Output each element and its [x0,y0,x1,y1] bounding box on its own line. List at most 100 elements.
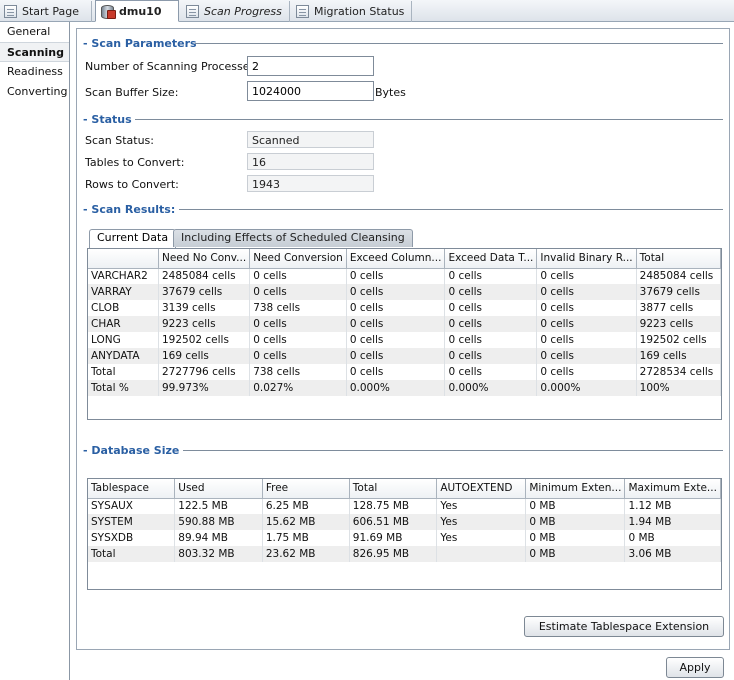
column-header[interactable] [88,249,159,269]
column-header[interactable]: Total [349,479,438,499]
nav-item-general[interactable]: General [0,22,69,42]
table-row[interactable]: Total 803.32 MB 23.62 MB 826.95 MB 0 MB 3.06 … [88,546,721,562]
column-header[interactable]: AUTOEXTEND [436,479,527,499]
tables-to-convert-label: Tables to Convert: [85,156,185,169]
table-cell: SYSXDB [88,530,176,546]
tab-scheduled-cleansing[interactable]: Including Effects of Scheduled Cleansing [173,229,413,247]
scan-results-grid: Need No Conv... Need Conversion Exceed Col… [88,249,721,396]
table-cell: 9223 cells [158,316,251,332]
rows-to-convert-value: 1943 [247,175,374,192]
table-cell: 0 cells [346,348,446,364]
page-icon [4,5,17,18]
table-row[interactable]: CLOB 3139 cells 738 cells 0 cells 0 cells 0 c… [88,300,721,316]
estimate-tablespace-extension-button[interactable]: Estimate Tablespace Extension [524,616,724,637]
table-cell: 738 cells [249,300,347,316]
table-cell: Yes [436,498,527,514]
table-row[interactable]: Total 2727796 cells 738 cells 0 cells 0 cell… [88,364,721,380]
table-cell: 0.000% [536,380,637,396]
column-header[interactable]: Tablespace [88,479,176,499]
table-cell: 169 cells [636,348,721,364]
table-cell: 0 cells [444,364,538,380]
table-cell: 0 MB [525,546,626,562]
table-cell: 0 cells [346,316,446,332]
section-scan-results: - Scan Results: [83,202,723,216]
section-divider [195,43,723,44]
table-row[interactable]: VARCHAR2 2485084 cells 0 cells 0 cells 0 cel… [88,268,721,284]
section-scan-parameters: - Scan Parameters [83,36,723,50]
table-cell: 0 MB [525,498,626,514]
tab-dmu10[interactable]: dmu10 [95,0,179,22]
table-cell: 37679 cells [636,284,721,300]
column-header[interactable]: Used [174,479,263,499]
tables-to-convert-value: 16 [247,153,374,170]
buffer-size-input[interactable]: 1024000 [247,81,374,101]
table-cell: 3139 cells [158,300,251,316]
column-header[interactable]: Exceed Column... [346,249,446,269]
table-row[interactable]: SYSXDB 89.94 MB 1.75 MB 91.69 MB Yes 0 MB 0 MB [88,530,721,546]
table-cell: 0 cells [444,268,538,284]
tab-start-page[interactable]: Start Page [0,1,92,22]
table-cell: 100% [636,380,721,396]
column-header[interactable]: Maximum Exte... [624,479,721,499]
table-cell: 2728534 cells [636,364,721,380]
table-cell: 0.027% [249,380,347,396]
database-size-grid: Tablespace Used Free Total AUTOEXTEND Minimum… [88,479,721,562]
table-cell: 3.06 MB [624,546,721,562]
table-cell: 3877 cells [636,300,721,316]
processes-label: Number of Scanning Processes: [85,60,259,73]
table-cell: 99.973% [158,380,251,396]
section-divider [135,119,723,120]
section-dash: - [83,36,92,50]
table-row[interactable]: VARRAY 37679 cells 0 cells 0 cells 0 cells 0 … [88,284,721,300]
nav-item-scanning[interactable]: Scanning [0,42,69,62]
table-cell: CHAR [88,316,159,332]
tab-migration-status[interactable]: Migration Status [292,1,412,22]
column-header[interactable]: Need Conversion [249,249,347,269]
page-icon [296,5,309,18]
section-title: Database Size [91,443,180,457]
processes-input[interactable]: 2 [247,56,374,76]
nav-item-converting[interactable]: Converting [0,82,69,102]
section-database-size: - Database Size [83,443,723,457]
table-cell: 1.94 MB [624,514,721,530]
table-row[interactable]: LONG 192502 cells 0 cells 0 cells 0 cells 0 c… [88,332,721,348]
table-row[interactable]: CHAR 9223 cells 0 cells 0 cells 0 cells 0 cel… [88,316,721,332]
column-header[interactable]: Total [636,249,721,269]
column-header[interactable]: Need No Conv... [158,249,251,269]
database-size-table[interactable]: Tablespace Used Free Total AUTOEXTEND Minimum… [87,478,722,590]
table-cell: VARRAY [88,284,159,300]
scan-results-table[interactable]: Need No Conv... Need Conversion Exceed Col… [87,248,722,420]
table-row[interactable]: Total % 99.973% 0.027% 0.000% 0.000% 0.000% 10… [88,380,721,396]
table-row[interactable]: ANYDATA 169 cells 0 cells 0 cells 0 cells 0 c… [88,348,721,364]
table-cell: 0 cells [346,268,446,284]
table-cell: 89.94 MB [174,530,263,546]
table-cell: 0 cells [444,332,538,348]
buffer-unit-label: Bytes [375,86,406,99]
table-cell: 826.95 MB [349,546,438,562]
rows-to-convert-label: Rows to Convert: [85,178,179,191]
table-cell: VARCHAR2 [88,268,159,284]
table-cell: 128.75 MB [349,498,438,514]
apply-button[interactable]: Apply [666,657,724,678]
table-row[interactable]: SYSTEM 590.88 MB 15.62 MB 606.51 MB Yes 0 MB 1… [88,514,721,530]
column-header[interactable]: Minimum Exten... [525,479,626,499]
tab-scan-progress[interactable]: Scan Progress [182,1,290,22]
column-header[interactable]: Invalid Binary R... [536,249,637,269]
table-cell: 803.32 MB [174,546,263,562]
table-cell: 1.12 MB [624,498,721,514]
table-row[interactable]: SYSAUX 122.5 MB 6.25 MB 128.75 MB Yes 0 MB 1.1… [88,498,721,514]
scan-status-label: Scan Status: [85,134,154,147]
table-cell: SYSAUX [88,498,176,514]
table-cell: 590.88 MB [174,514,263,530]
table-cell: 1.75 MB [262,530,350,546]
table-cell: 0 cells [346,284,446,300]
table-cell: CLOB [88,300,159,316]
nav-item-readiness[interactable]: Readiness [0,62,69,82]
column-header[interactable]: Exceed Data T... [444,249,538,269]
table-cell: 0 cells [536,364,637,380]
table-cell: 0 MB [525,514,626,530]
table-cell: 37679 cells [158,284,251,300]
column-header[interactable]: Free [262,479,350,499]
tab-current-data[interactable]: Current Data [89,229,177,248]
table-cell: LONG [88,332,159,348]
